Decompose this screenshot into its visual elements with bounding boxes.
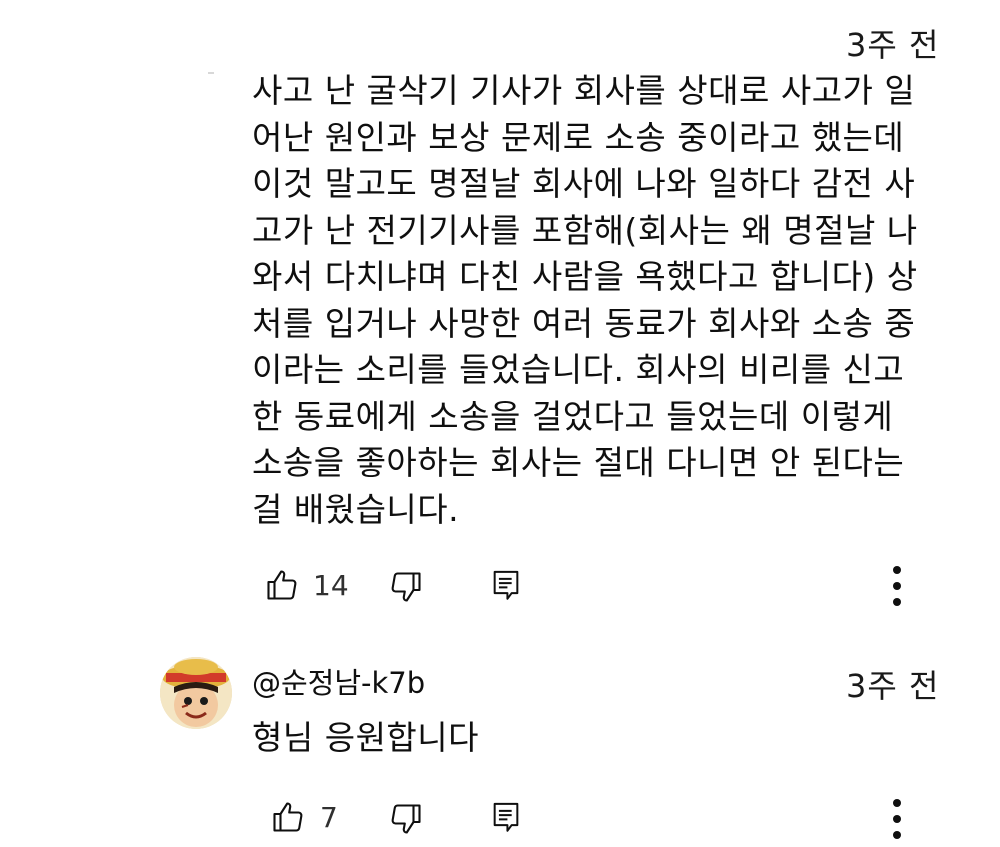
comment-author[interactable]: @순정남-k7b (252, 660, 425, 702)
thumbs-down-icon (391, 804, 421, 834)
dislike-button[interactable] (386, 798, 426, 840)
avatar-placeholder-mark (208, 72, 214, 74)
reply-button[interactable] (488, 798, 524, 838)
like-count: 7 (320, 801, 338, 834)
more-options-button[interactable] (887, 797, 907, 841)
thumbs-up-icon (273, 802, 303, 832)
comment-text: 형님 응원합니다 (252, 718, 480, 757)
like-count: 14 (313, 569, 349, 602)
more-options-button[interactable] (887, 564, 907, 608)
dislike-button[interactable] (386, 566, 426, 608)
like-button[interactable] (262, 564, 302, 606)
reply-button[interactable] (488, 566, 524, 606)
avatar-straw-hat-image (160, 657, 232, 729)
reply-comment-icon (493, 802, 519, 832)
comment-timestamp: 3주 전 (846, 26, 940, 64)
comment-timestamp: 3주 전 (846, 667, 940, 705)
comment-text: 사고 난 굴삭기 기사가 회사를 상대로 사고가 일 어난 원인과 보상 문제로… (252, 71, 918, 529)
thumbs-down-icon (391, 572, 421, 602)
avatar[interactable] (160, 657, 232, 729)
like-button[interactable] (268, 796, 308, 838)
more-vert-icon (893, 799, 901, 839)
thumbs-up-icon (267, 570, 297, 600)
more-vert-icon (893, 566, 901, 606)
reply-comment-icon (493, 570, 519, 600)
